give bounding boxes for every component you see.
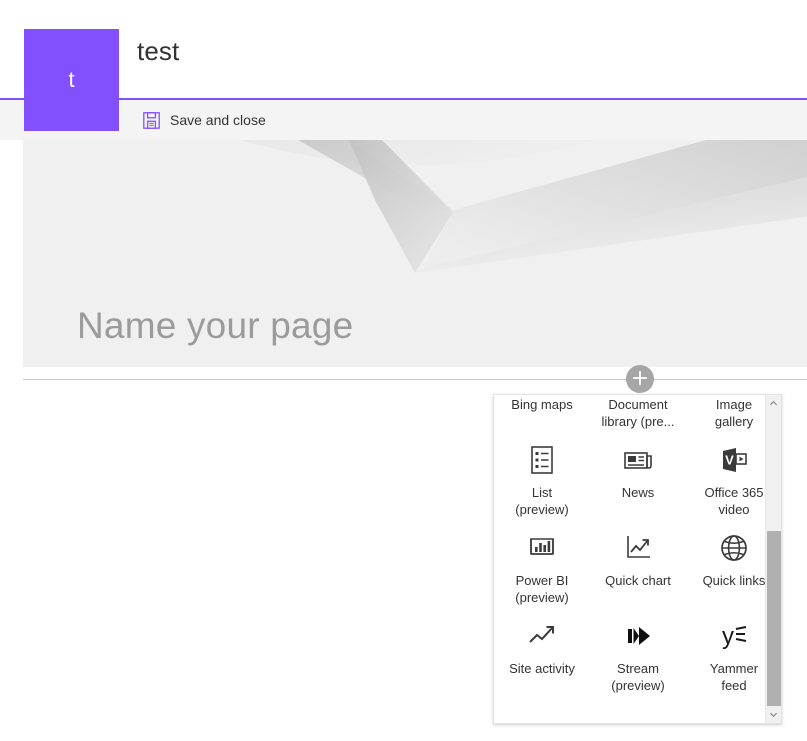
webpart-item-image-gallery[interactable]: Image gallery [686,395,766,436]
page-name-input-placeholder[interactable]: Name your page [77,303,353,349]
site-logo-letter: t [68,67,75,92]
webpart-item-label: Image gallery [714,397,754,429]
yammer-icon: y [718,620,750,652]
webpart-item-label: List (preview) [515,485,569,517]
svg-text:V: V [725,453,734,468]
webpart-item-news[interactable]: News [590,436,686,524]
quick-chart-icon [622,532,654,564]
webpart-item-document-library[interactable]: Document library (pre... [590,395,686,436]
svg-text:y: y [722,623,734,650]
webpart-picker-callout: Bing maps Document library (pre... Image… [493,394,782,724]
webpart-item-label: Document library (pre... [601,397,675,429]
webpart-item-list[interactable]: List (preview) [494,436,590,524]
webpart-item-label: Office 365 video [704,485,764,517]
webpart-item-power-bi[interactable]: Power BI (preview) [494,524,590,612]
power-bi-icon [526,532,558,564]
webpart-item-site-activity[interactable]: Site activity [494,612,590,700]
office-365-video-icon: V [718,444,750,476]
webpart-item-label: Stream (preview) [611,661,665,693]
stream-play-icon [622,620,654,652]
webpart-item-stream[interactable]: Stream (preview) [590,612,686,700]
list-icon [526,444,558,476]
site-logo-tile[interactable]: t [24,29,119,131]
add-webpart-button[interactable] [626,365,654,393]
webpart-item-label: Yammer feed [709,661,759,693]
save-and-close-button[interactable]: Save and close [137,100,272,140]
chevron-up-icon[interactable] [766,395,781,412]
scrollbar-thumb[interactable] [767,531,781,706]
webpart-item-label: Power BI (preview) [515,573,569,605]
trending-up-icon [526,620,558,652]
webpart-item-label: Quick chart [605,573,671,588]
save-floppy-icon [143,111,160,129]
webpart-item-label: News [621,485,655,500]
save-and-close-label: Save and close [170,111,266,128]
command-bar: Save and close [0,100,807,140]
news-icon [622,444,654,476]
webpart-item-office-365-video[interactable]: V Office 365 video [686,436,766,524]
webpart-picker-scrollbar[interactable] [765,395,781,723]
webpart-item-yammer-feed[interactable]: y Yammer feed [686,612,766,700]
globe-icon [718,532,750,564]
hero-banner[interactable]: Name your page [23,140,807,367]
webpart-item-label: Bing maps [511,397,573,412]
webpart-item-quick-links[interactable]: Quick links [686,524,766,612]
webpart-grid: Bing maps Document library (pre... Image… [494,395,766,700]
webpart-item-bing-maps[interactable]: Bing maps [494,395,590,436]
webpart-item-label: Quick links [702,573,766,588]
chevron-down-icon[interactable] [766,706,781,723]
webpart-item-quick-chart[interactable]: Quick chart [590,524,686,612]
webpart-grid-viewport: Bing maps Document library (pre... Image… [494,395,766,723]
webpart-item-label: Site activity [509,661,575,676]
plus-circle-icon [626,364,654,395]
page-title: test [137,36,180,66]
site-header: test [0,0,807,98]
section-divider [23,379,807,380]
